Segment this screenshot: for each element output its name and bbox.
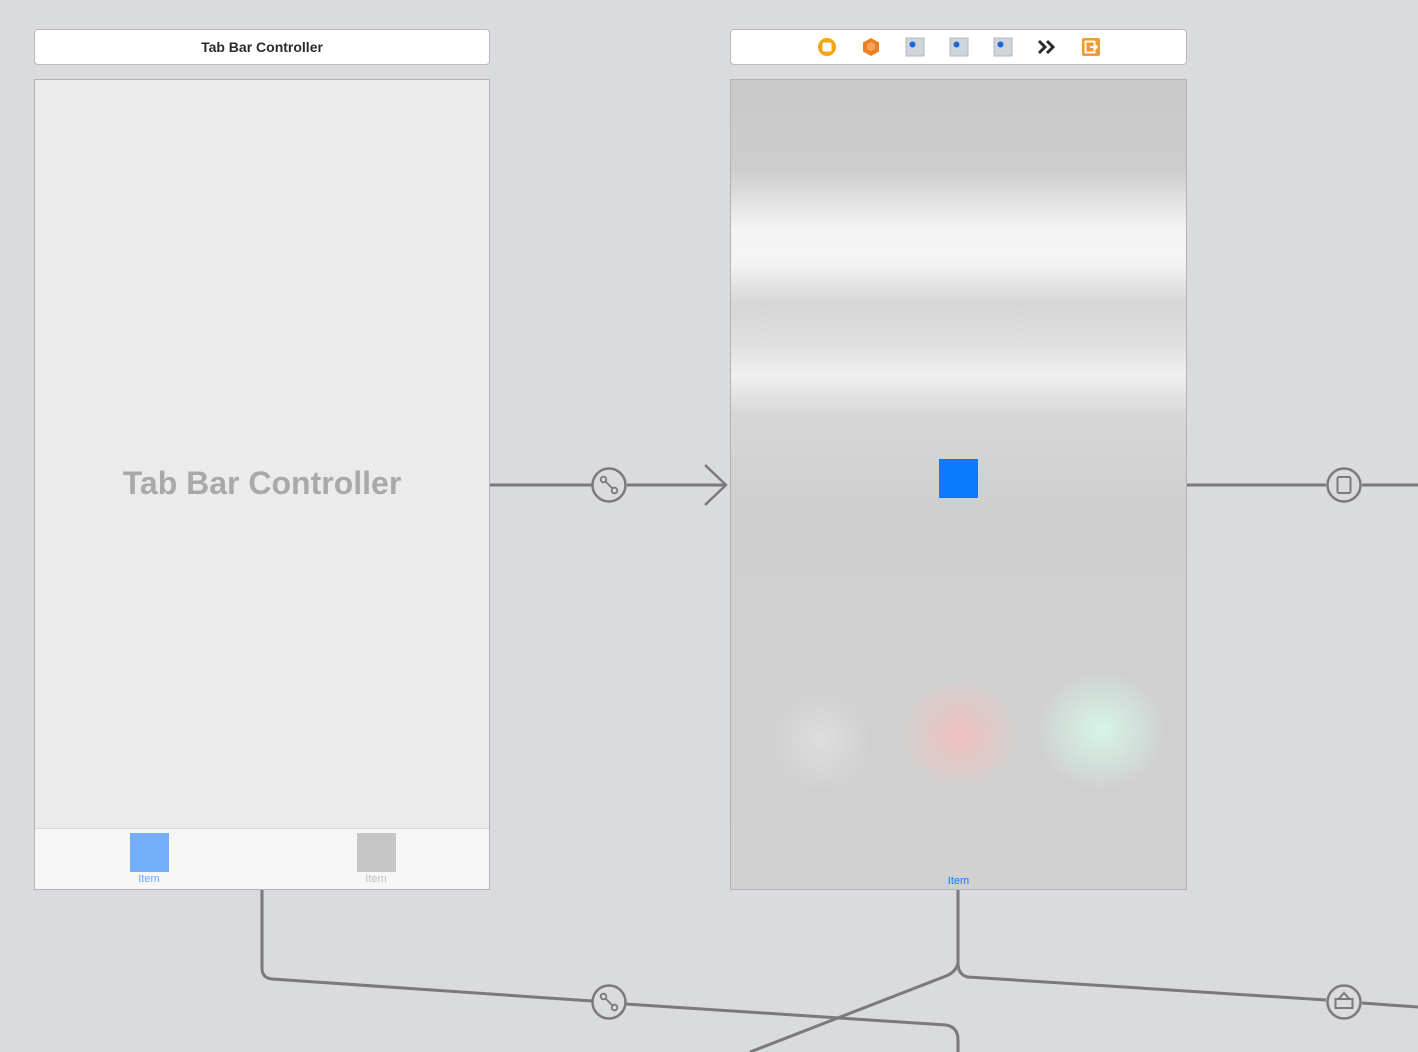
show-segue-icon[interactable] — [1326, 467, 1362, 503]
segue-line — [625, 1002, 960, 1052]
segue-line — [749, 962, 960, 1052]
segue-line — [260, 890, 593, 1003]
present-modally-segue-icon[interactable] — [1326, 984, 1362, 1020]
segue-connections — [260, 464, 1418, 1052]
relationship-segue-icon[interactable] — [591, 984, 627, 1020]
segue-line — [956, 890, 1327, 1002]
segue-line — [1361, 1001, 1418, 1009]
relationship-segue-icon[interactable] — [591, 467, 627, 503]
